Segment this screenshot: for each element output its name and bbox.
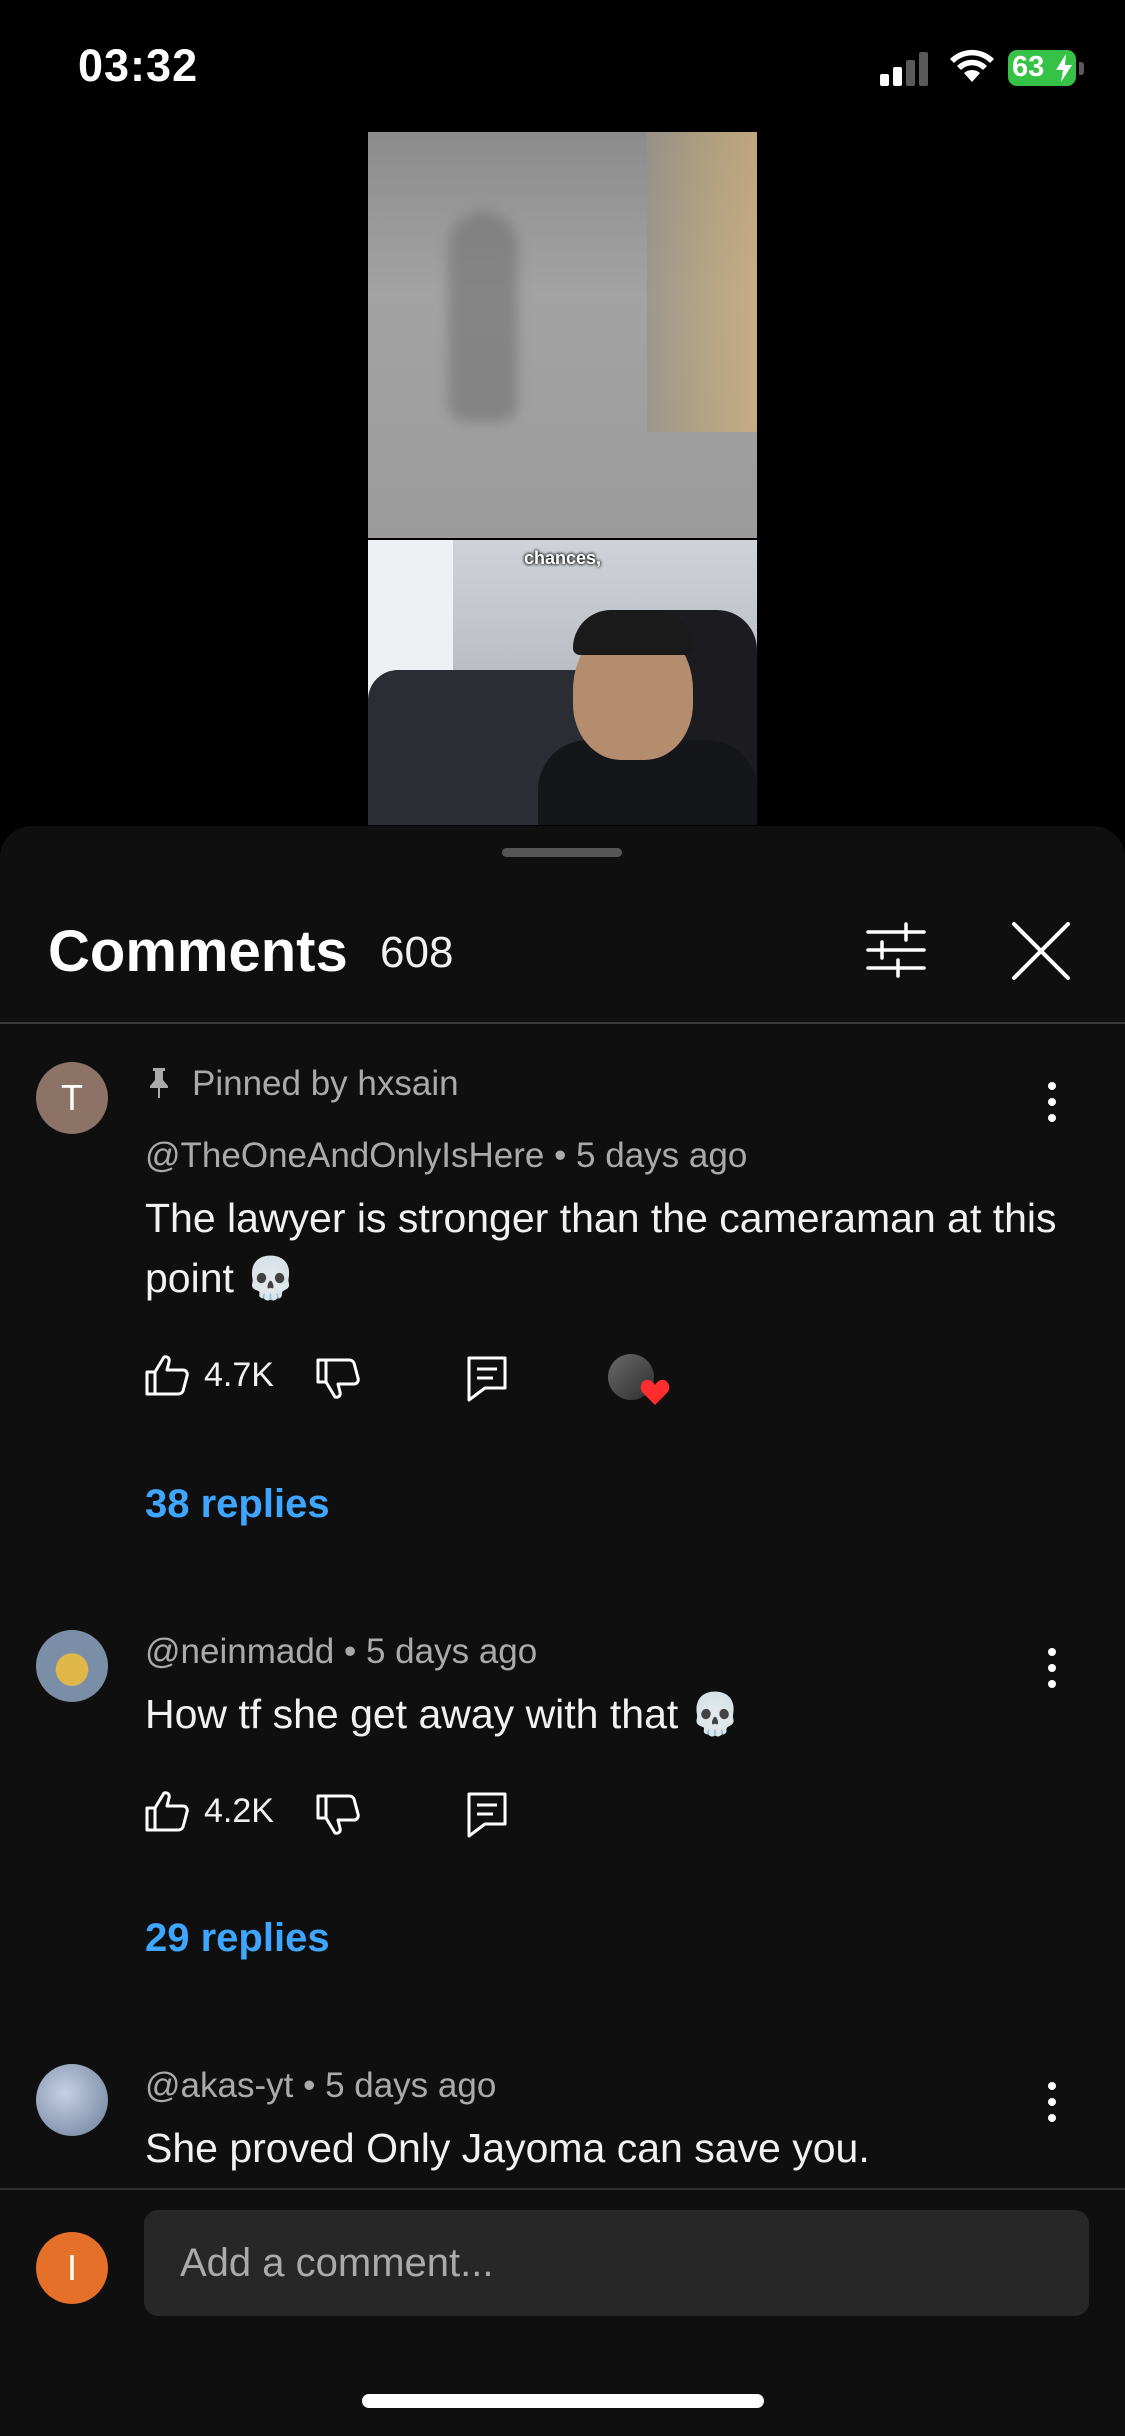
comment-time: 5 days ago xyxy=(576,1136,748,1175)
video-player[interactable]: chances, xyxy=(368,132,757,825)
comment-avatar[interactable] xyxy=(36,2064,108,2136)
replies-button[interactable]: 38 replies xyxy=(145,1482,330,1527)
cellular-signal-icon xyxy=(880,52,928,86)
status-bar: 03:32 63 xyxy=(0,0,1125,130)
comment-time: 5 days ago xyxy=(365,1632,538,1671)
comment-avatar[interactable] xyxy=(36,1630,108,1702)
reply-icon[interactable] xyxy=(467,1356,507,1402)
comment-author[interactable]: @neinmadd xyxy=(145,1632,334,1671)
comment-meta: @neinmadd • 5 days ago xyxy=(145,1632,537,1672)
comment-text: The lawyer is stronger than the camerama… xyxy=(145,1195,1057,1301)
dislike-icon[interactable] xyxy=(316,1358,360,1400)
close-icon[interactable] xyxy=(1010,920,1072,982)
comment-text: She proved Only Jayoma can save you. xyxy=(145,2125,870,2171)
comment-time: 5 days ago xyxy=(325,2066,497,2105)
user-avatar[interactable]: I xyxy=(36,2232,108,2304)
comments-sheet: Comments 608 T Pinned by hxsain @TheOneA… xyxy=(0,826,1125,2436)
like-icon[interactable] xyxy=(145,1354,189,1396)
pinned-label: Pinned by hxsain xyxy=(192,1064,459,1103)
battery-icon: 63 xyxy=(1008,50,1076,86)
battery-level: 63 xyxy=(1012,51,1045,83)
meta-separator: • xyxy=(554,1136,577,1175)
status-time: 03:32 xyxy=(78,40,199,91)
like-count: 4.2K xyxy=(204,1792,274,1830)
meta-separator: • xyxy=(303,2066,326,2105)
comment-author[interactable]: @TheOneAndOnlyIsHere xyxy=(145,1136,544,1175)
more-options-icon[interactable] xyxy=(1048,1082,1060,1130)
video-top-frame xyxy=(368,132,757,538)
charging-bolt-icon xyxy=(1056,54,1072,82)
video-scene-figure xyxy=(448,212,518,422)
video-caption: chances, xyxy=(523,548,602,568)
heart-icon xyxy=(640,1379,670,1405)
header-divider xyxy=(0,1022,1125,1024)
add-comment-input[interactable] xyxy=(144,2210,1089,2316)
comments-title: Comments xyxy=(48,919,348,984)
like-icon[interactable] xyxy=(145,1790,189,1832)
video-scene-door xyxy=(647,132,757,432)
comment-avatar[interactable]: T xyxy=(36,1062,108,1134)
comments-count: 608 xyxy=(380,928,454,977)
comment-text: How tf she get away with that 💀 xyxy=(145,1691,741,1737)
pin-icon xyxy=(150,1068,168,1098)
comment-meta: @akas-yt • 5 days ago xyxy=(145,2066,496,2106)
replies-button[interactable]: 29 replies xyxy=(145,1916,330,1961)
comment-author[interactable]: @akas-yt xyxy=(145,2066,293,2105)
home-indicator[interactable] xyxy=(362,2394,764,2408)
more-options-icon[interactable] xyxy=(1048,2082,1060,2130)
video-bottom-frame xyxy=(368,540,757,825)
meta-separator: • xyxy=(344,1632,366,1671)
battery-cap xyxy=(1079,62,1084,75)
comment-meta: @TheOneAndOnlyIsHere • 5 days ago xyxy=(145,1136,747,1176)
dislike-icon[interactable] xyxy=(316,1794,360,1836)
drag-handle[interactable] xyxy=(502,848,622,857)
reply-icon[interactable] xyxy=(467,1792,507,1838)
filter-icon[interactable] xyxy=(866,922,926,978)
video-scene-hair xyxy=(573,610,693,655)
comment-composer: I xyxy=(0,2188,1125,2436)
like-count: 4.7K xyxy=(204,1356,274,1394)
more-options-icon[interactable] xyxy=(1048,1648,1060,1696)
wifi-icon xyxy=(950,49,994,82)
